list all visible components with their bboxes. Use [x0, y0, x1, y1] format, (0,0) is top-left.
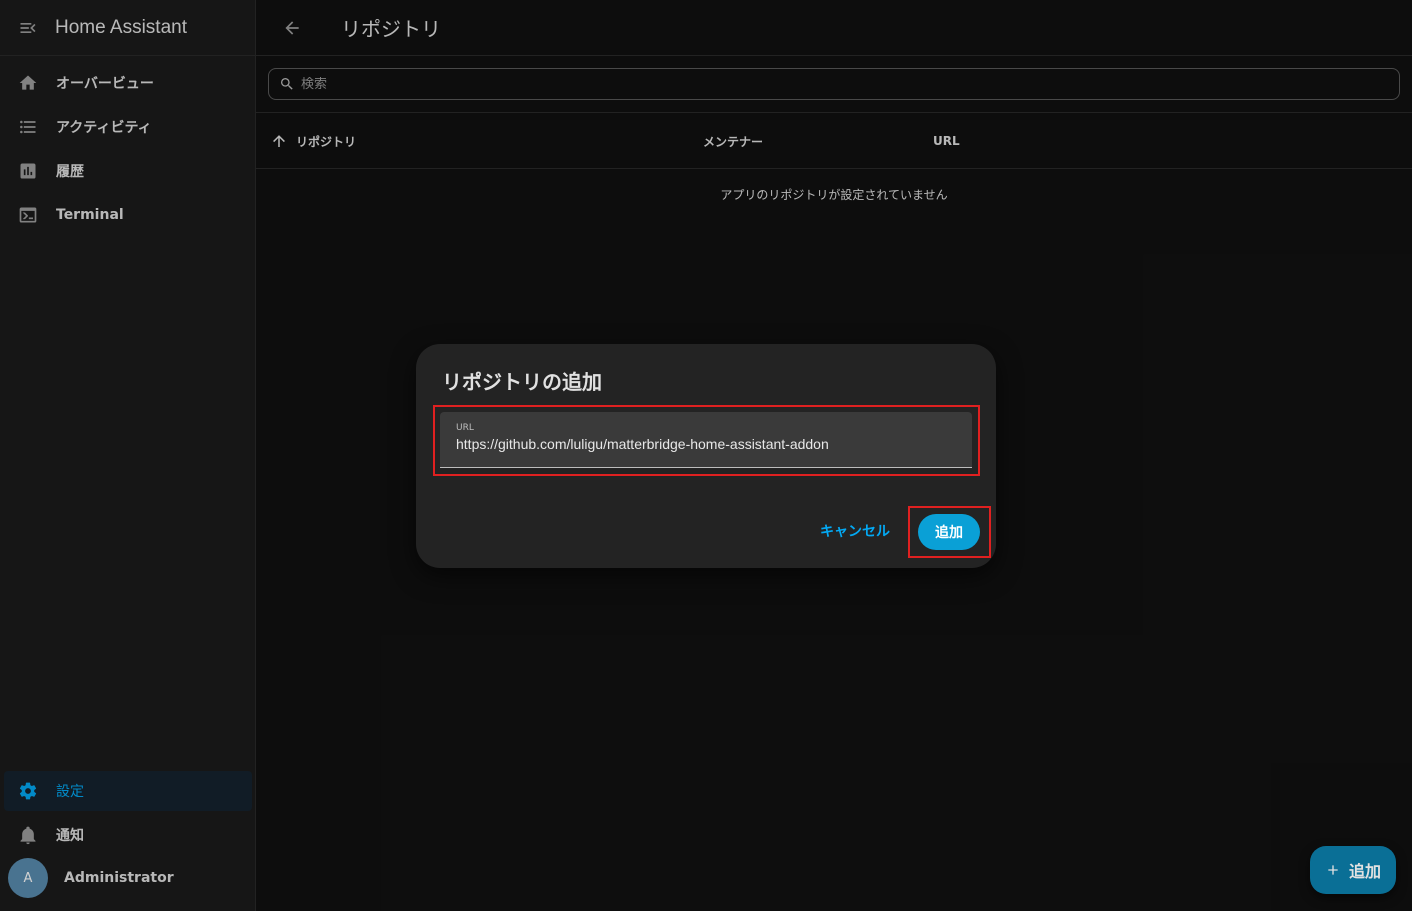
- cancel-button[interactable]: キャンセル: [812, 514, 898, 548]
- add-button[interactable]: 追加: [918, 514, 980, 550]
- url-field-value[interactable]: https://github.com/luligu/matterbridge-h…: [456, 436, 829, 452]
- add-repository-dialog: リポジトリの追加 URL https://github.com/luligu/m…: [416, 344, 996, 568]
- url-field[interactable]: URL https://github.com/luligu/matterbrid…: [440, 412, 972, 468]
- url-field-label: URL: [456, 423, 474, 433]
- plus-icon: [1328, 865, 1338, 875]
- add-fab-button[interactable]: 追加: [1310, 846, 1396, 894]
- dialog-title: リポジトリの追加: [442, 370, 602, 394]
- fab-label: 追加: [1348, 862, 1381, 881]
